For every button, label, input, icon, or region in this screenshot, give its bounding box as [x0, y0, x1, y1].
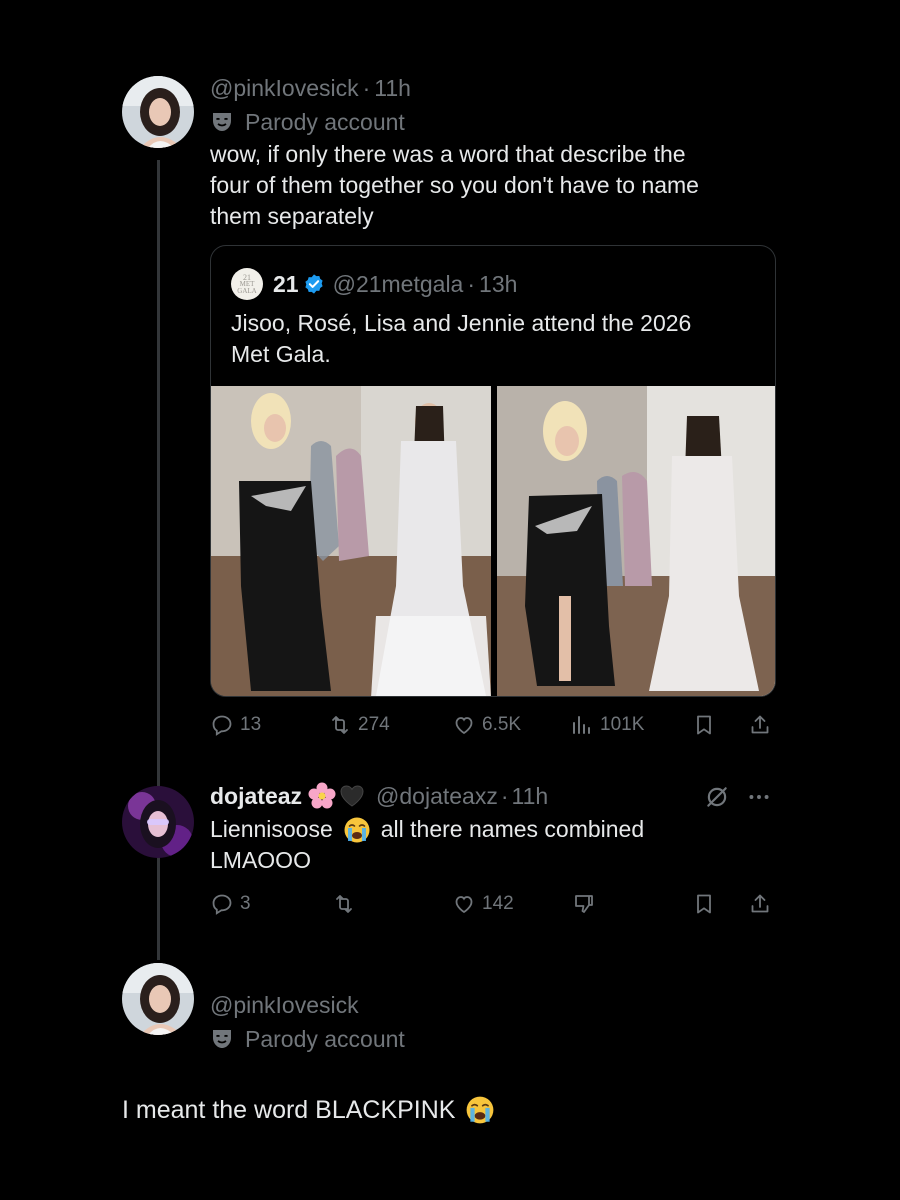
avatar[interactable]	[122, 963, 194, 1035]
reply-text-line: LMAOOO	[210, 847, 311, 873]
post-text: wow, if only there was a word that descr…	[210, 139, 860, 232]
reply-dojateaz[interactable]: dojateaz @dojateaxz · 11h Liennisoose al…	[210, 780, 860, 876]
parody-label: Parody account	[210, 1022, 860, 1056]
theater-mask-icon	[213, 1030, 231, 1048]
views-button[interactable]: 101K	[570, 710, 644, 740]
user-handle[interactable]: @pinkIovesick	[210, 75, 359, 102]
reply-text: Liennisoose all there names combined LMA…	[210, 814, 860, 876]
post-time[interactable]: 11h	[374, 75, 411, 102]
share-button[interactable]	[748, 889, 772, 919]
reply-text-part: Liennisoose	[210, 816, 333, 842]
repost-icon	[332, 716, 348, 734]
quoted-time[interactable]: 13h	[479, 271, 517, 298]
grok-icon[interactable]	[704, 784, 730, 810]
bookmark-button[interactable]	[692, 889, 716, 919]
quoted-post[interactable]: 21 MET GALA 21 @21metgala · 13h Jisoo, R…	[210, 245, 776, 697]
repost-icon	[336, 895, 352, 913]
avatar-image	[122, 963, 194, 1035]
post-pinklovesick[interactable]: @pinkIovesick · 11h Parody account wow, …	[210, 73, 860, 232]
quoted-post-header: 21 MET GALA 21 @21metgala · 13h	[231, 268, 517, 300]
like-button[interactable]: 6.5K	[452, 710, 521, 740]
view-count: 101K	[600, 714, 645, 735]
like-count: 6.5K	[482, 714, 522, 735]
post-actions: 13 274 6.5K 101K	[210, 710, 776, 740]
quoted-avatar[interactable]: 21 MET GALA	[231, 268, 263, 300]
repost-button[interactable]	[332, 889, 356, 919]
photo-1[interactable]	[211, 386, 491, 696]
avatar-image	[122, 786, 194, 858]
reply-top-actions	[704, 784, 772, 810]
separator-dot: ·	[362, 74, 371, 101]
reply-button[interactable]: 13	[210, 710, 261, 740]
quoted-handle[interactable]: @21metgala	[333, 271, 464, 298]
quoted-text-line: Met Gala.	[231, 341, 331, 367]
user-handle[interactable]: @pinkIovesick	[210, 992, 359, 1019]
post-text-line: four of them together so you don't have …	[210, 172, 699, 198]
reply-text-line: Liennisoose all there names combined	[210, 814, 860, 845]
quoted-text-line: Jisoo, Rosé, Lisa and Jennie attend the …	[231, 310, 692, 336]
separator-dot: ·	[500, 782, 509, 809]
post-text-content: I meant the word BLACKPINK	[122, 1095, 456, 1124]
parody-label: Parody account	[210, 105, 860, 139]
reply-actions: 3 142	[210, 889, 776, 919]
parody-text: Parody account	[245, 1025, 405, 1052]
heart-icon	[455, 717, 473, 735]
share-icon	[751, 894, 769, 913]
verified-badge-icon	[304, 274, 323, 294]
post-header: @pinkIovesick	[210, 990, 860, 1020]
post-header: @pinkIovesick · 11h	[210, 73, 860, 103]
reply-icon	[212, 894, 232, 915]
reply-count: 13	[240, 714, 262, 735]
bookmark-button[interactable]	[692, 710, 716, 740]
bookmark-icon	[697, 715, 711, 735]
parody-text: Parody account	[245, 108, 405, 135]
reply-time[interactable]: 11h	[512, 783, 549, 810]
like-button[interactable]: 142	[452, 889, 514, 919]
reply-button[interactable]: 3	[210, 889, 251, 919]
bookmark-icon	[697, 894, 711, 914]
post-text: I meant the word BLACKPINK	[122, 1095, 495, 1125]
black-heart-emoji-icon	[340, 785, 364, 807]
theater-mask-icon	[213, 113, 231, 131]
loudly-crying-face-emoji-icon	[467, 1096, 494, 1124]
avatar-image	[122, 76, 194, 148]
share-button[interactable]	[748, 710, 772, 740]
reply-display-name[interactable]: dojateaz	[210, 783, 302, 810]
photo-grid	[211, 386, 775, 696]
more-icon[interactable]	[746, 784, 772, 810]
post-text-line: wow, if only there was a word that descr…	[210, 141, 686, 167]
views-icon	[573, 716, 590, 734]
photo-image	[211, 386, 491, 696]
reply-icon	[212, 715, 232, 736]
quoted-display-name[interactable]: 21	[273, 271, 299, 298]
loudly-crying-face-emoji-icon	[344, 817, 370, 842]
repost-count: 274	[358, 714, 390, 735]
avatar[interactable]	[122, 786, 194, 858]
cherry-blossom-emoji-icon	[308, 782, 336, 809]
quoted-post-text: Jisoo, Rosé, Lisa and Jennie attend the …	[231, 308, 755, 370]
avatar-logo-text: GALA	[237, 286, 257, 295]
reply-handle[interactable]: @dojateaxz	[376, 783, 498, 810]
dislike-icon	[575, 895, 593, 913]
repost-button[interactable]: 274	[328, 710, 390, 740]
heart-icon	[455, 896, 473, 914]
photo-image	[497, 386, 775, 696]
dislike-button[interactable]	[572, 889, 596, 919]
post-text-line: them separately	[210, 203, 374, 229]
separator-dot: ·	[467, 270, 476, 297]
like-count: 142	[482, 893, 514, 914]
share-icon	[751, 715, 769, 734]
reply-count: 3	[240, 893, 251, 914]
photo-2[interactable]	[497, 386, 775, 696]
post-pinklovesick-followup[interactable]: @pinkIovesick Parody account	[210, 990, 860, 1056]
avatar[interactable]	[122, 76, 194, 148]
reply-text-part: all there names combined	[380, 816, 645, 842]
